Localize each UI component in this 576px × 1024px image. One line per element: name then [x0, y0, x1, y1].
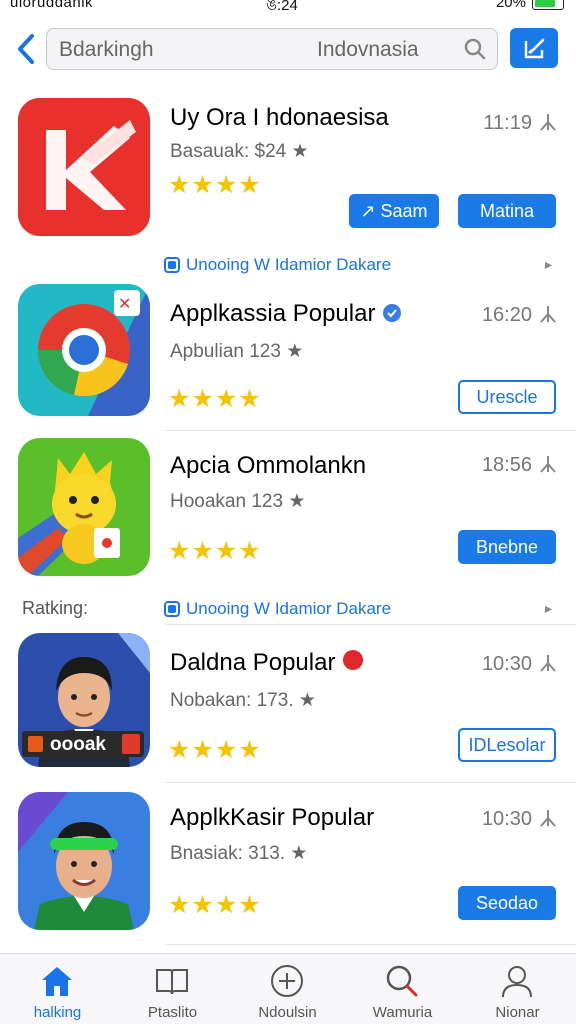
get-button[interactable]: Matina	[458, 194, 556, 228]
list-item[interactable]: oooak Daldna Popular 10:30 Nobakan: 173.…	[0, 633, 576, 783]
search-icon[interactable]	[463, 37, 487, 61]
chevron-left-icon	[18, 34, 34, 64]
app-subtitle: Basauak: $24 ★	[170, 141, 309, 162]
search-input[interactable]: Bdarkingh Indovnasia	[46, 28, 498, 70]
search-row: Bdarkingh Indovnasia	[0, 26, 576, 72]
search-icon	[386, 965, 418, 997]
square-icon	[164, 601, 180, 617]
section-link-text: Unooing W Idamior Dakare	[186, 255, 392, 274]
record-icon	[343, 650, 364, 670]
app-title-text: Applkassia Popular	[170, 300, 376, 327]
tab-add[interactable]: Ndoulsin	[230, 954, 345, 1024]
tab-home[interactable]: halking	[0, 954, 115, 1024]
rating-stars: ★★★★	[168, 891, 262, 919]
app-title: Applkassia Popular	[170, 300, 402, 328]
edit-icon	[524, 38, 545, 59]
download-icon[interactable]	[538, 304, 558, 326]
home-icon	[42, 967, 72, 996]
list-item[interactable]: Uy Ora I hdonaesisa 11:19 Basauak: $24 ★…	[0, 96, 576, 246]
edit-button[interactable]	[510, 28, 558, 68]
list-item[interactable]: ✕ Applkassia Popular 16:20 Apbulian 123 …	[0, 284, 576, 430]
carrier-text: uioruddanlk	[10, 0, 94, 11]
app-time: 10:30	[481, 808, 532, 830]
search-query-right: Indovnasia	[317, 38, 419, 61]
rating-stars: ★★★★	[168, 171, 262, 199]
update-button[interactable]: IDLesolar	[458, 728, 556, 762]
tab-label: halking	[33, 1004, 82, 1021]
app-title-text: Daldna Popular	[170, 649, 336, 676]
open-button[interactable]: ↗ Saam	[349, 194, 439, 228]
app-title: ApplkKasir Popular	[170, 804, 375, 831]
app-time: 10:30	[481, 653, 532, 675]
plus-circle-icon	[271, 965, 303, 997]
book-icon	[156, 969, 188, 995]
divider	[166, 944, 576, 945]
back-button[interactable]	[12, 30, 42, 70]
ranking-label: Ratking:	[22, 598, 89, 618]
tab-label: Nionar	[495, 1004, 540, 1021]
app-icon-avatar-green	[18, 792, 150, 930]
tab-bar: halking Ptaslito Ndoulsin Wamuria Nionar	[0, 953, 576, 1024]
app-time: 18:56	[481, 454, 532, 476]
chevron-right-icon: ▸	[544, 600, 552, 616]
clock-text: ঙ:24	[266, 0, 298, 14]
tab-label: Wamuria	[372, 1004, 433, 1021]
svg-text:✕: ✕	[118, 294, 131, 313]
app-time: 16:20	[481, 304, 532, 326]
app-icon-mascot	[18, 438, 150, 576]
tab-search[interactable]: Wamuria	[345, 954, 460, 1024]
status-bar: uioruddanlk ঙ:24 20%	[0, 0, 576, 14]
list-item[interactable]: Apcia Ommolankn 18:56 Hooakan 123 ★ ★★★★…	[0, 438, 576, 584]
app-subtitle: Nobakan: 173. ★	[170, 690, 316, 711]
search-query-left: Bdarkingh	[59, 38, 154, 61]
app-time: 11:19	[483, 112, 532, 134]
battery-percent: 20%	[495, 0, 526, 11]
install-button[interactable]: Seodao	[458, 886, 556, 920]
divider	[166, 782, 576, 783]
app-title: Apcia Ommolankn	[170, 452, 367, 479]
divider	[166, 624, 576, 625]
download-icon[interactable]	[538, 454, 558, 476]
section-link[interactable]: Unooing W Idamior Dakare	[164, 599, 391, 619]
app-icon-avatar: oooak	[18, 633, 150, 767]
app-icon-chrome-logo: ✕	[18, 284, 150, 416]
install-button[interactable]: Bnebne	[458, 530, 556, 564]
tab-profile[interactable]: Nionar	[460, 954, 575, 1024]
app-icon-red-logo	[18, 98, 150, 236]
chevron-right-icon: ▸	[544, 256, 552, 272]
download-icon[interactable]	[538, 112, 558, 134]
section-link-text: Unooing W Idamior Dakare	[186, 599, 392, 618]
app-subtitle: Bnasiak: 313. ★	[170, 843, 308, 864]
square-icon	[164, 257, 180, 273]
app-subtitle: Hooakan 123 ★	[170, 491, 306, 512]
app-title: Uy Ora I hdonaesisa	[170, 104, 389, 131]
tab-label: Ptaslito	[147, 1004, 198, 1021]
status-right: 20%	[496, 0, 564, 11]
list-item[interactable]: ApplkKasir Popular 10:30 Bnasiak: 313. ★…	[0, 792, 576, 942]
verified-icon	[383, 304, 402, 322]
rating-stars: ★★★★	[168, 385, 262, 413]
download-icon[interactable]	[538, 808, 558, 830]
update-button[interactable]: Urescle	[458, 380, 556, 414]
rating-stars: ★★★★	[168, 537, 262, 565]
app-title: Daldna Popular	[170, 649, 364, 677]
person-icon	[502, 966, 532, 998]
rating-stars: ★★★★	[168, 736, 262, 764]
app-badge-text: oooak	[50, 734, 106, 755]
app-subtitle: Apbulian 123 ★	[170, 341, 304, 362]
download-icon[interactable]	[538, 653, 558, 675]
tab-library[interactable]: Ptaslito	[115, 954, 230, 1024]
divider	[166, 430, 576, 431]
section-link[interactable]: Unooing W Idamior Dakare	[164, 255, 391, 275]
battery-icon	[532, 0, 564, 10]
tab-label: Ndoulsin	[258, 1004, 317, 1021]
